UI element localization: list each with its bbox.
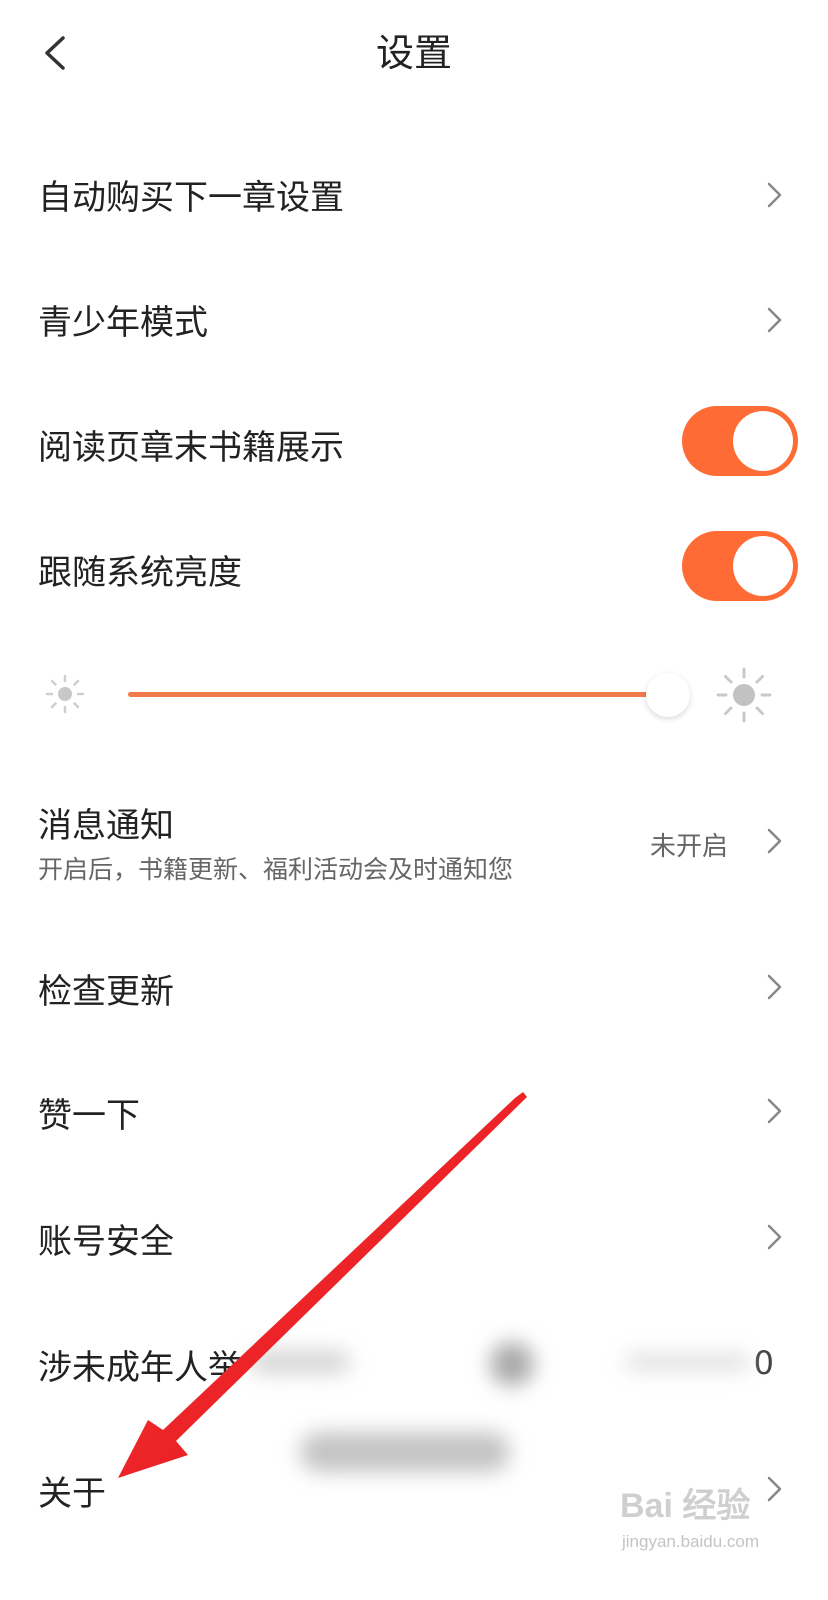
row-label: 账号安全 [38, 1222, 174, 1262]
chevron-right-icon [762, 1222, 786, 1252]
chevron-right-icon [762, 972, 786, 1002]
row-value: 0 [753, 1344, 774, 1382]
chevron-right-icon [762, 826, 786, 856]
row-label: 赞一下 [38, 1096, 140, 1136]
watermark-brand: Bai 经验 [620, 1487, 751, 1525]
settings-row-auto-buy[interactable]: 自动购买下一章设置 [0, 150, 828, 240]
sun-large-icon [716, 667, 772, 723]
watermark: Bai 经验 jingyan.baidu.com [620, 1478, 820, 1568]
row-label: 青少年模式 [38, 303, 208, 343]
brightness-slider-thumb[interactable] [646, 673, 690, 717]
chevron-right-icon [762, 305, 786, 335]
notification-label: 消息通知 [38, 806, 174, 846]
chapter-end-books-toggle[interactable] [682, 406, 798, 476]
notification-description: 开启后，书籍更新、福利活动会及时通知您 [38, 855, 514, 884]
settings-row-account-security[interactable]: 账号安全 [0, 1192, 828, 1282]
row-label: 阅读页章末书籍展示 [38, 428, 344, 468]
settings-row-like[interactable]: 赞一下 [0, 1066, 828, 1156]
brightness-slider-track[interactable] [128, 692, 648, 697]
blurred-region [250, 1350, 350, 1374]
settings-row-notification[interactable]: 消息通知 开启后，书籍更新、福利活动会及时通知您 未开启 [0, 790, 828, 900]
brightness-slider[interactable] [0, 655, 828, 735]
notification-status: 未开启 [649, 832, 728, 862]
watermark-url: jingyan.baidu.com [622, 1532, 760, 1551]
sun-small-icon [45, 674, 85, 714]
settings-row-follow-brightness: 跟随系统亮度 [0, 525, 828, 615]
follow-brightness-toggle[interactable] [682, 531, 798, 601]
toggle-knob [733, 411, 793, 471]
settings-row-check-update[interactable]: 检查更新 [0, 942, 828, 1032]
chevron-right-icon [762, 1096, 786, 1126]
settings-row-teen-mode[interactable]: 青少年模式 [0, 275, 828, 365]
page-title: 设置 [375, 31, 452, 75]
toggle-knob [733, 536, 793, 596]
row-label: 检查更新 [38, 972, 174, 1012]
row-label: 自动购买下一章设置 [38, 178, 344, 218]
row-label: 关于 [38, 1474, 106, 1514]
chevron-right-icon [762, 180, 786, 210]
settings-row-chapter-end-books: 阅读页章末书籍展示 [0, 400, 828, 490]
top-bar: 设置 [0, 0, 828, 110]
row-label: 涉未成年人举 [38, 1348, 242, 1388]
blurred-region [490, 1342, 534, 1386]
row-label: 跟随系统亮度 [38, 553, 242, 593]
blurred-region [625, 1354, 750, 1370]
